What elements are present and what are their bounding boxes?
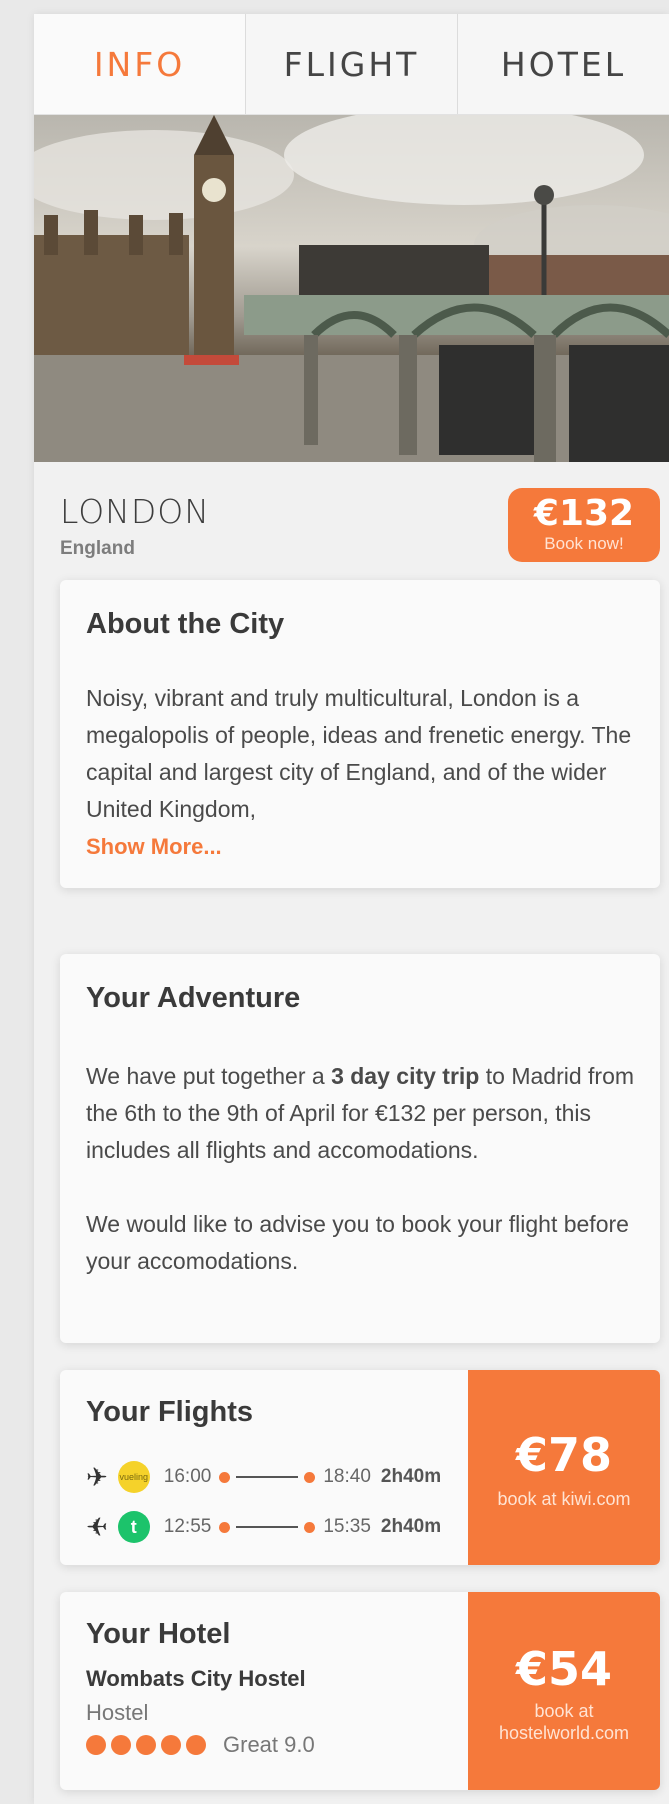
flight-duration: 2h40m <box>380 1466 442 1487</box>
app-frame: INFO FLIGHT HOTEL LONDON England €132 Bo… <box>34 14 669 1804</box>
book-now-button[interactable]: €132 Book now! <box>508 488 660 562</box>
rating-dot <box>86 1735 106 1755</box>
tab-hotel[interactable]: HOTEL <box>458 14 669 114</box>
show-more-link[interactable]: Show More... <box>86 834 222 859</box>
timeline-start-dot <box>219 1471 231 1483</box>
destination-header: LONDON England €132 Book now! <box>34 462 669 580</box>
hotel-cta-line1: book at <box>534 1701 594 1721</box>
flights-price: €78 <box>515 1428 613 1482</box>
tab-info[interactable]: INFO <box>34 14 246 114</box>
rating-dot <box>111 1735 131 1755</box>
depart-time: 12:55 <box>163 1516 212 1537</box>
hotel-price: €54 <box>515 1642 613 1696</box>
adventure-title: Your Adventure <box>86 982 301 1014</box>
hotel-card: Your Hotel Wombats City Hostel Hostel Gr… <box>60 1592 660 1790</box>
adventure-text: We have put together a 3 day city trip t… <box>86 1058 636 1280</box>
about-city-title: About the City <box>86 608 285 640</box>
about-city-card: About the City Noisy, vibrant and truly … <box>60 580 660 888</box>
flight-duration: 2h40m <box>380 1516 442 1537</box>
rating-dot <box>161 1735 181 1755</box>
adventure-advice: We would like to advise you to book your… <box>86 1211 629 1274</box>
city-hero-image <box>34 115 669 462</box>
country-name: England <box>60 538 135 559</box>
plane-return-icon: ✈ <box>86 1511 108 1542</box>
about-city-text: Noisy, vibrant and truly multicultural, … <box>86 680 636 865</box>
timeline-end-dot <box>304 1521 316 1533</box>
timeline-start-dot <box>219 1521 231 1533</box>
arrive-time: 15:35 <box>323 1516 371 1537</box>
flights-cta: book at kiwi.com <box>497 1489 631 1509</box>
tab-bar: INFO FLIGHT HOTEL <box>34 14 669 115</box>
book-flights-button[interactable]: €78 book at kiwi.com <box>468 1370 660 1565</box>
airline-logo-transavia: t <box>117 1511 150 1543</box>
plane-depart-icon: ✈ <box>86 1461 108 1492</box>
trip-duration-highlight: 3 day city trip <box>331 1063 480 1089</box>
hotel-name: Wombats City Hostel <box>86 1666 306 1691</box>
depart-time: 16:00 <box>163 1466 212 1487</box>
hotel-rating: Great 9.0 <box>86 1732 315 1758</box>
timeline-line <box>236 1476 299 1478</box>
airline-logo-vueling: vueling <box>117 1461 150 1493</box>
london-skyline-illustration <box>34 115 669 462</box>
book-now-label: Book now! <box>544 534 624 553</box>
tab-flight[interactable]: FLIGHT <box>246 14 458 114</box>
hotel-type: Hostel <box>86 1700 149 1725</box>
adventure-p1-start: We have put together a <box>86 1063 332 1089</box>
adventure-card: Your Adventure We have put together a 3 … <box>60 954 660 1343</box>
hotel-cta-line2: hostelworld.com <box>498 1723 630 1743</box>
hotel-title: Your Hotel <box>86 1618 231 1650</box>
city-name: LONDON <box>60 492 210 531</box>
rating-dot <box>136 1735 156 1755</box>
book-hotel-button[interactable]: €54 book at hostelworld.com <box>468 1592 660 1790</box>
rating-label: Great 9.0 <box>223 1732 315 1757</box>
timeline-line <box>236 1526 299 1528</box>
about-city-description: Noisy, vibrant and truly multicultural, … <box>86 685 632 822</box>
timeline-end-dot <box>304 1471 316 1483</box>
flight-row-return[interactable]: ✈ t 12:55 15:35 2h40m <box>86 1510 441 1544</box>
flights-card: Your Flights ✈ vueling 16:00 18:40 2h40m… <box>60 1370 660 1565</box>
flights-title: Your Flights <box>86 1396 254 1428</box>
trip-price: €132 <box>533 493 635 534</box>
arrive-time: 18:40 <box>323 1466 371 1487</box>
flight-row-outbound[interactable]: ✈ vueling 16:00 18:40 2h40m <box>86 1460 441 1494</box>
rating-dot <box>186 1735 206 1755</box>
